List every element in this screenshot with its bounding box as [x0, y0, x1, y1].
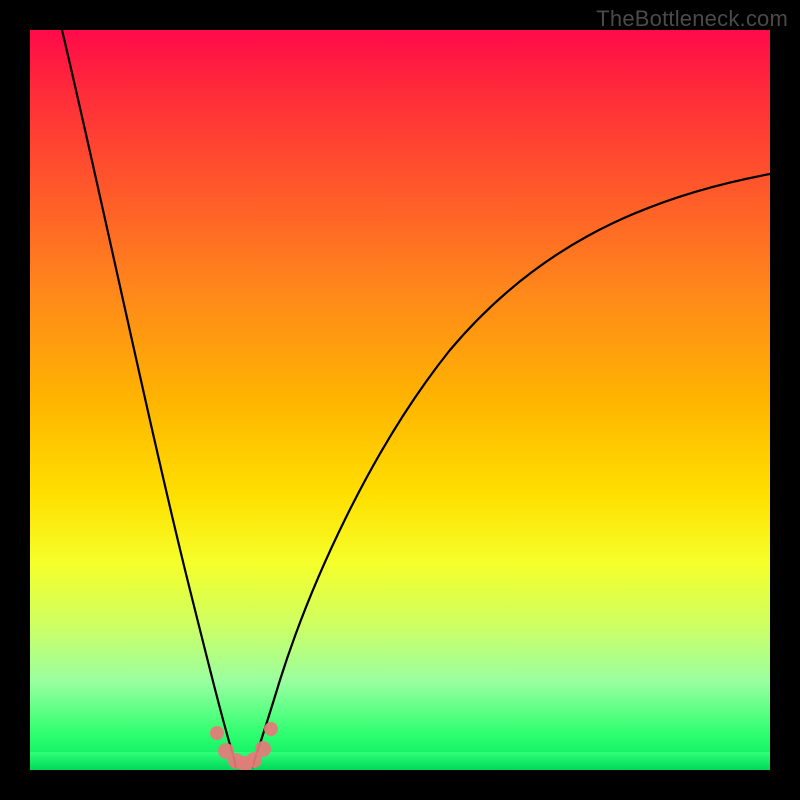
marker-dot — [264, 722, 278, 736]
chart-plot-area — [30, 30, 770, 770]
watermark-text: TheBottleneck.com — [596, 6, 788, 32]
highlight-markers — [30, 30, 770, 770]
marker-dot — [255, 741, 271, 757]
marker-dot — [210, 726, 224, 740]
